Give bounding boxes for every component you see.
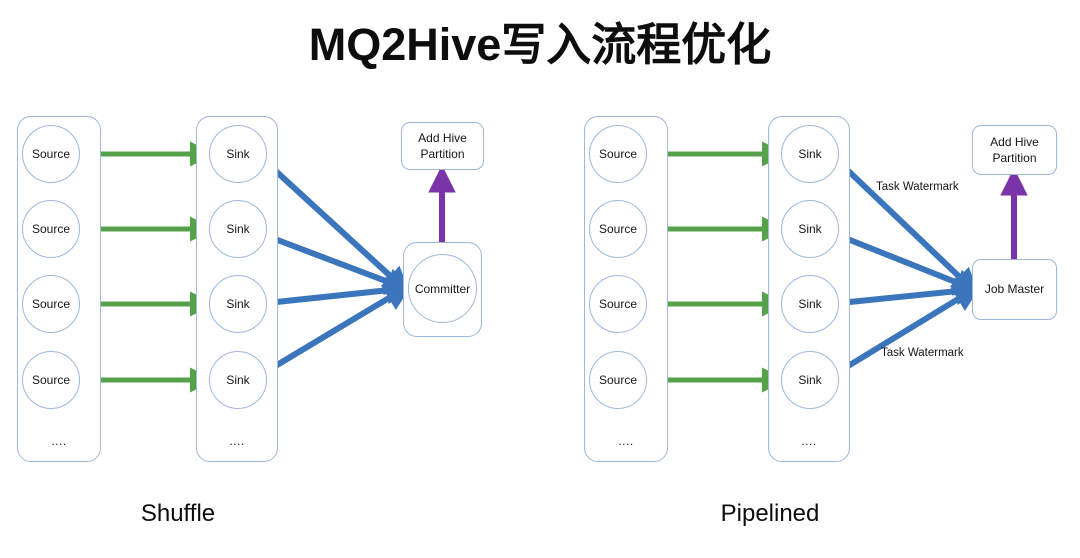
node-label: Source (31, 147, 71, 161)
node-label: Source (598, 373, 638, 387)
node-label: Source (31, 297, 71, 311)
pipelined-job-master-box[interactable]: Job Master (972, 259, 1057, 320)
pipelined-source-node-1[interactable]: Source (589, 125, 647, 183)
node-label: Source (598, 147, 638, 161)
pipelined-sink-node-1[interactable]: Sink (781, 125, 839, 183)
shuffle-sink-node-4[interactable]: Sink (209, 351, 267, 409)
shuffle-source-node-3[interactable]: Source (22, 275, 80, 333)
shuffle-sink-node-2[interactable]: Sink (209, 200, 267, 258)
node-label: Sink (798, 297, 822, 311)
task-watermark-label-bottom: Task Watermark (881, 347, 964, 359)
node-label: Sink (798, 147, 822, 161)
arrow-overlay (86, 141, 1028, 393)
pipelined-source-node-2[interactable]: Source (589, 200, 647, 258)
pipelined-add-hive-partition-box[interactable]: Add Hive Partition (972, 125, 1057, 175)
node-label: Sink (226, 222, 250, 236)
pipelined-source-node-3[interactable]: Source (589, 275, 647, 333)
shuffle-blue-edges (264, 160, 415, 374)
add-hive-partition-line-1: Add Hive (418, 130, 467, 145)
page-title: MQ2Hive写入流程优化 (308, 19, 772, 70)
slide-canvas: MQ2Hive写入流程优化 Source Source Source Sourc… (0, 0, 1080, 558)
node-label: Job Master (984, 282, 1045, 297)
pipelined-sink-node-2[interactable]: Sink (781, 200, 839, 258)
node-label: Sink (798, 222, 822, 236)
shuffle-sink-node-1[interactable]: Sink (209, 125, 267, 183)
pipelined-green-edges (653, 141, 787, 393)
add-hive-partition-line-1: Add Hive (990, 134, 1039, 149)
shuffle-source-ellipsis: .... (51, 434, 67, 448)
add-hive-partition-line-2: Partition (420, 147, 465, 161)
pipelined-source-ellipsis: .... (618, 434, 634, 448)
node-label: Committer (414, 281, 471, 296)
add-hive-partition-line-2: Partition (992, 151, 1037, 165)
shuffle-add-hive-partition-box[interactable]: Add Hive Partition (401, 122, 484, 170)
node-label: Sink (798, 373, 822, 387)
pipelined-source-node-4[interactable]: Source (589, 351, 647, 409)
task-watermark-label-top: Task Watermark (876, 181, 959, 193)
pipelined-sink-ellipsis: .... (801, 434, 817, 448)
shuffle-sink-node-3[interactable]: Sink (209, 275, 267, 333)
pipelined-sink-node-4[interactable]: Sink (781, 351, 839, 409)
shuffle-committer-node[interactable]: Committer (408, 254, 477, 323)
shuffle-green-edges (86, 141, 215, 393)
shuffle-sink-ellipsis: .... (229, 434, 245, 448)
node-label: Sink (226, 147, 250, 161)
pipelined-blue-edges (837, 160, 984, 374)
pipelined-sink-node-3[interactable]: Sink (781, 275, 839, 333)
node-label: Source (31, 373, 71, 387)
shuffle-caption: Shuffle (140, 500, 216, 527)
node-label: Source (598, 222, 638, 236)
node-label: Source (598, 297, 638, 311)
shuffle-source-node-1[interactable]: Source (22, 125, 80, 183)
node-label: Sink (226, 297, 250, 311)
pipelined-caption: Pipelined (720, 500, 820, 527)
shuffle-source-node-2[interactable]: Source (22, 200, 80, 258)
shuffle-source-node-4[interactable]: Source (22, 351, 80, 409)
node-label: Source (31, 222, 71, 236)
node-label: Sink (226, 373, 250, 387)
